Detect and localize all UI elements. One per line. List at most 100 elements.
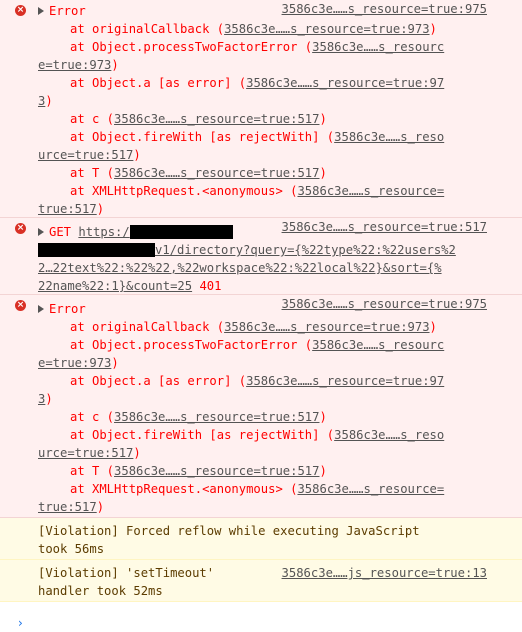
violation-text: [Violation] Forced reflow while executin…: [38, 524, 420, 538]
source-link[interactable]: 3586c3e……s_resource=true:975: [282, 295, 487, 313]
request-method: GET: [49, 225, 72, 239]
stack-frame-line: true:517): [0, 498, 522, 516]
source-link[interactable]: 3586c3e……js_resource=true:13: [282, 564, 487, 582]
stack-frame-text: at Object.a [as error] (: [70, 76, 247, 90]
stack-frame-link[interactable]: 3586c3e……s_resource=true:517: [114, 166, 319, 180]
stack-frame-line: e=true:973): [0, 56, 522, 74]
stack-frame-link[interactable]: 3586c3e……s_reso: [334, 428, 444, 442]
stack-frame-line: true:517): [0, 200, 522, 218]
console-panel: × Error 3586c3e……s_resource=true:975 at o…: [0, 0, 522, 602]
stack-frame-text: at XMLHttpRequest.<anonymous> (: [70, 184, 298, 198]
stack-frame-text: ): [133, 446, 141, 460]
stack-frame-line: at originalCallback (3586c3e……s_resource…: [0, 318, 522, 336]
request-url[interactable]: v1/directory?query={%22type%22:%22users%…: [155, 243, 456, 257]
stack-frame-line: at Object.processTwoFactorError (3586c3e…: [0, 38, 522, 56]
error-header[interactable]: Error 3586c3e……s_resource=true:975: [0, 0, 522, 20]
request-url-line[interactable]: v1/directory?query={%22type%22:%22users%…: [0, 241, 522, 259]
error-header[interactable]: Error 3586c3e……s_resource=true:975: [0, 295, 522, 318]
console-violation-message[interactable]: [Violation] Forced reflow while executin…: [0, 518, 522, 560]
redacted-block: [129, 224, 233, 239]
console-error-message[interactable]: × Error 3586c3e……s_resource=true:975 at o…: [0, 295, 522, 518]
stack-frame-line: at Object.fireWith [as rejectWith] (3586…: [0, 128, 522, 146]
stack-frame-link[interactable]: 3586c3e……s_resource=true:97: [246, 76, 444, 90]
stack-frame-line: e=true:973): [0, 354, 522, 372]
expand-caret-icon[interactable]: [38, 6, 44, 15]
stack-frame-text: at c (: [70, 112, 115, 126]
stack-frame-link[interactable]: 3586c3e……s_resource=: [297, 184, 444, 198]
stack-frame-text: ): [133, 148, 141, 162]
stack-frame-link[interactable]: 3586c3e……s_reso: [334, 130, 444, 144]
stack-frame-text: ): [45, 392, 53, 406]
error-title: Error: [49, 302, 86, 316]
stack-frame-line: at Object.fireWith [as rejectWith] (3586…: [0, 426, 522, 444]
stack-frame-line: at Object.a [as error] (3586c3e……s_resou…: [0, 372, 522, 390]
stack-frame-link[interactable]: true:517: [38, 500, 97, 514]
request-line[interactable]: GET https:/ 3586c3e……s_resource=true:517: [0, 218, 522, 241]
stack-frame-text: at Object.processTwoFactorError (: [70, 338, 313, 352]
stack-frame-text: ): [45, 94, 53, 108]
request-url-line[interactable]: 22name%22:1}&count=25 401: [0, 277, 522, 295]
violation-text: handler took 52ms: [38, 584, 163, 598]
stack-frame-link[interactable]: 3586c3e……s_resource=true:973: [224, 320, 429, 334]
request-url[interactable]: 22name%22:1}&count=25: [38, 279, 192, 293]
console-violation-message[interactable]: [Violation] 'setTimeout' 3586c3e……js_reso…: [0, 560, 522, 602]
stack-frame-line: at T (3586c3e……s_resource=true:517): [0, 462, 522, 480]
stack-frame-text: ): [319, 166, 327, 180]
stack-frame-line: at c (3586c3e……s_resource=true:517): [0, 110, 522, 128]
stack-frame-link[interactable]: 3586c3e……s_resourc: [312, 40, 444, 54]
stack-frame-text: at c (: [70, 410, 115, 424]
stack-frame-link[interactable]: 3586c3e……s_resource=: [297, 482, 444, 496]
stack-frame-text: at XMLHttpRequest.<anonymous> (: [70, 482, 298, 496]
stack-frame-text: ): [111, 356, 119, 370]
stack-frame-text: at T (: [70, 166, 115, 180]
stack-frame-text: at Object.a [as error] (: [70, 374, 247, 388]
stack-frame-link[interactable]: 3586c3e……s_resource=true:517: [114, 112, 319, 126]
stack-frame-line: at Object.processTwoFactorError (3586c3e…: [0, 336, 522, 354]
console-network-error[interactable]: × GET https:/3586c3e……s_resource=true:51…: [0, 218, 522, 295]
stack-frame-link[interactable]: 3586c3e……s_resourc: [312, 338, 444, 352]
stack-frame-text: at Object.processTwoFactorError (: [70, 40, 313, 54]
stack-frame-text: ): [319, 464, 327, 478]
redacted-block: [38, 242, 155, 257]
stack-frame-line: at T (3586c3e……s_resource=true:517): [0, 164, 522, 182]
stack-frame-text: at T (: [70, 464, 115, 478]
stack-frame-line: urce=true:517): [0, 444, 522, 462]
stack-frame-link[interactable]: e=true:973: [38, 58, 111, 72]
stack-frame-text: ): [319, 112, 327, 126]
request-url[interactable]: 2…22text%22:%22%22,%22workspace%22:%22lo…: [38, 261, 442, 275]
stack-frame-line: urce=true:517): [0, 146, 522, 164]
request-url[interactable]: https:/: [78, 225, 129, 239]
stack-frame-link[interactable]: urce=true:517: [38, 446, 133, 460]
violation-line: [Violation] 'setTimeout' 3586c3e……js_reso…: [0, 560, 522, 582]
stack-frame-line: at XMLHttpRequest.<anonymous> (3586c3e………: [0, 182, 522, 200]
stack-frame-line: 3): [0, 92, 522, 110]
stack-frame-text: ): [96, 500, 105, 514]
stack-frame-line: at XMLHttpRequest.<anonymous> (3586c3e………: [0, 480, 522, 498]
error-title: Error: [49, 4, 86, 18]
expand-caret-icon[interactable]: [38, 227, 44, 236]
expand-caret-icon[interactable]: [38, 304, 44, 313]
request-url-line[interactable]: 2…22text%22:%22%22,%22workspace%22:%22lo…: [0, 259, 522, 277]
stack-frame-line: 3): [0, 390, 522, 408]
console-error-message[interactable]: × Error 3586c3e……s_resource=true:975 at o…: [0, 0, 522, 218]
source-link[interactable]: 3586c3e……s_resource=true:517: [282, 218, 487, 236]
stack-frame-text: at originalCallback (: [70, 22, 225, 36]
stack-frame-link[interactable]: 3586c3e……s_resource=true:517: [114, 410, 319, 424]
violation-text: took 56ms: [38, 542, 105, 556]
stack-frame-text: ): [319, 410, 327, 424]
stack-frame-text: ): [429, 320, 437, 334]
stack-frame-line: at Object.a [as error] (3586c3e……s_resou…: [0, 74, 522, 92]
stack-frame-line: at originalCallback (3586c3e……s_resource…: [0, 20, 522, 38]
stack-frame-line: at c (3586c3e……s_resource=true:517): [0, 408, 522, 426]
stack-frame-link[interactable]: e=true:973: [38, 356, 111, 370]
console-prompt-icon[interactable]: ›: [18, 614, 23, 632]
source-link[interactable]: 3586c3e……s_resource=true:975: [282, 0, 487, 18]
stack-frame-link[interactable]: true:517: [38, 202, 97, 216]
stack-frame-link[interactable]: urce=true:517: [38, 148, 133, 162]
stack-frame-text: ): [96, 202, 105, 216]
stack-frame-link[interactable]: 3586c3e……s_resource=true:517: [114, 464, 319, 478]
violation-text: [Violation] 'setTimeout': [38, 566, 215, 580]
stack-frame-link[interactable]: 3586c3e……s_resource=true:97: [246, 374, 444, 388]
stack-frame-text: ): [429, 22, 437, 36]
stack-frame-link[interactable]: 3586c3e……s_resource=true:973: [224, 22, 429, 36]
